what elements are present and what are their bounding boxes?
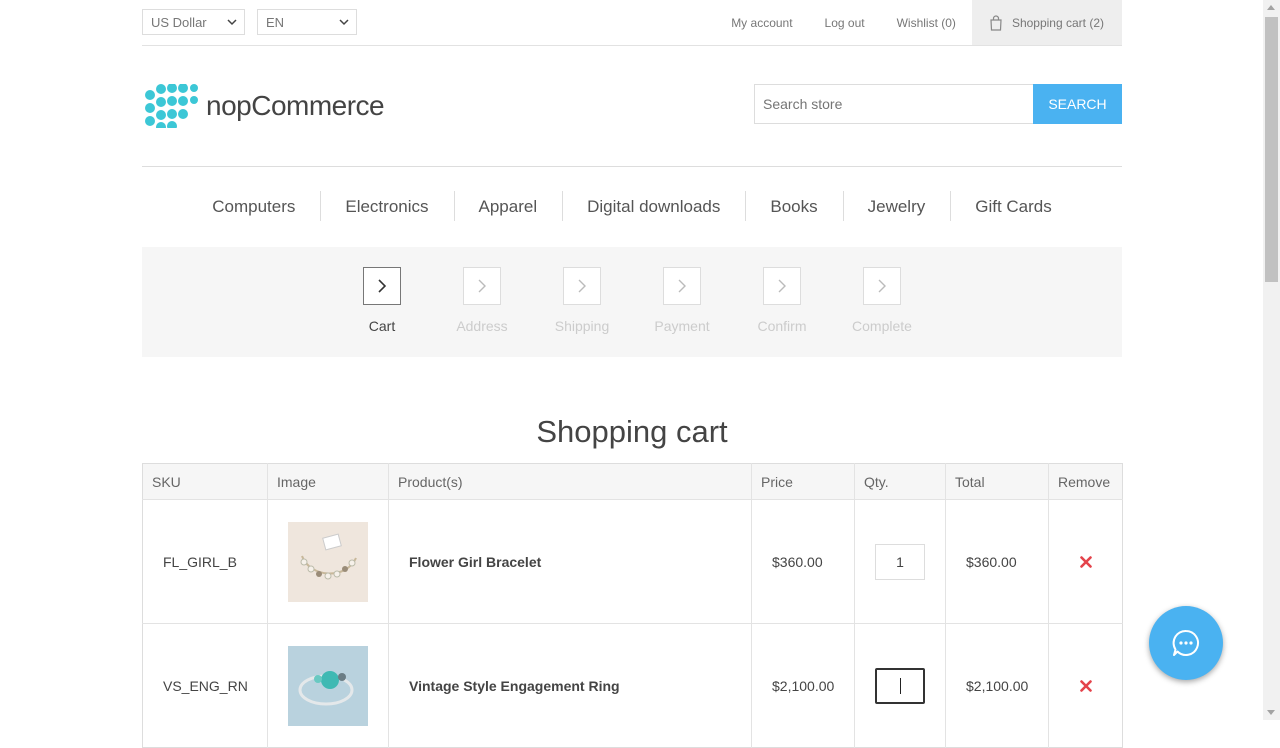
step-shipping: Shipping — [532, 267, 632, 334]
step-label: Confirm — [757, 318, 807, 334]
logo[interactable]: nopCommerce — [144, 84, 385, 128]
shopping-bag-icon — [990, 14, 1002, 31]
chevron-down-icon — [227, 19, 237, 26]
product-name-link[interactable]: Flower Girl Bracelet — [388, 499, 752, 624]
qty-cell: 1 — [854, 499, 946, 624]
top-menu: Computers Electronics Apparel Digital do… — [142, 166, 1122, 247]
product-image-ring[interactable] — [288, 645, 368, 726]
chevron-right-icon — [478, 279, 486, 293]
remove-cell — [1048, 623, 1123, 748]
sku-cell: FL_GIRL_B — [142, 499, 268, 624]
menu-item-electronics[interactable]: Electronics — [320, 191, 453, 221]
menu-item-books[interactable]: Books — [745, 191, 842, 221]
price-cell: $360.00 — [751, 499, 855, 624]
image-cell — [267, 499, 389, 624]
chat-bubble-icon — [1172, 629, 1199, 656]
qty-cell — [854, 623, 946, 748]
sku-cell: VS_ENG_RN — [142, 623, 268, 748]
chevron-down-icon — [339, 19, 349, 26]
step-address: Address — [432, 267, 532, 334]
search-input[interactable] — [754, 84, 1034, 124]
currency-select[interactable]: US Dollar — [142, 9, 245, 35]
currency-value: US Dollar — [151, 15, 207, 30]
step-label: Address — [456, 318, 508, 334]
col-header-remove: Remove — [1048, 463, 1123, 500]
col-header-product: Product(s) — [388, 463, 752, 500]
chevron-right-icon — [878, 279, 886, 293]
logo-dots-icon — [145, 84, 198, 128]
header-links: My account Log out Wishlist (0) Shopping… — [699, 0, 1122, 45]
page-title: Shopping cart — [536, 414, 728, 449]
remove-icon[interactable] — [1079, 679, 1092, 692]
product-name-link[interactable]: Vintage Style Engagement Ring — [388, 623, 752, 748]
menu-item-apparel[interactable]: Apparel — [453, 191, 563, 221]
logo-text: nopCommerce — [206, 90, 385, 121]
total-cell: $360.00 — [945, 499, 1049, 624]
step-payment: Payment — [632, 267, 732, 334]
my-account-link[interactable]: My account — [731, 16, 792, 30]
table-header-row: SKU Image Product(s) Price Qty. Total Re… — [142, 463, 1123, 500]
chevron-right-icon — [578, 279, 586, 293]
menu-item-computers[interactable]: Computers — [187, 197, 320, 217]
language-select[interactable]: EN — [257, 9, 357, 35]
table-row: VS_ENG_RN Vintage Style Engagement Ring … — [142, 623, 1123, 748]
shopping-cart-link[interactable]: Shopping cart (2) — [971, 0, 1122, 45]
step-label: Complete — [852, 318, 912, 334]
header-top: US Dollar EN My account Log out Wishlist… — [142, 0, 1122, 46]
cart-table: SKU Image Product(s) Price Qty. Total Re… — [142, 463, 1123, 748]
table-row: FL_GIRL_B Flower Girl Bracelet $360.00 1… — [142, 499, 1123, 624]
menu-item-digital-downloads[interactable]: Digital downloads — [562, 191, 745, 221]
text-cursor — [899, 677, 901, 694]
col-header-qty: Qty. — [854, 463, 946, 500]
search-button[interactable]: SEARCH — [1033, 84, 1122, 124]
scrollbar-thumb[interactable] — [1265, 17, 1278, 282]
col-header-total: Total — [945, 463, 1049, 500]
wishlist-link[interactable]: Wishlist (0) — [897, 16, 956, 30]
col-header-sku: SKU — [142, 463, 268, 500]
step-confirm: Confirm — [732, 267, 832, 334]
shopping-cart-label: Shopping cart (2) — [1011, 15, 1104, 30]
step-label: Shipping — [554, 318, 610, 334]
menu-item-jewelry[interactable]: Jewelry — [842, 191, 951, 221]
menu-item-gift-cards[interactable]: Gift Cards — [950, 191, 1077, 221]
chevron-right-icon — [778, 279, 786, 293]
remove-icon[interactable] — [1079, 555, 1092, 568]
col-header-image: Image — [267, 463, 389, 500]
price-cell: $2,100.00 — [751, 623, 855, 748]
order-progress: Cart Address Shipping Payment Confirm Co… — [142, 247, 1122, 357]
qty-input[interactable]: 1 — [875, 543, 925, 580]
chevron-right-icon — [378, 279, 387, 293]
product-image-bracelet[interactable] — [288, 521, 368, 602]
total-cell: $2,100.00 — [945, 623, 1049, 748]
step-label: Cart — [368, 318, 396, 334]
chevron-right-icon — [678, 279, 686, 293]
qty-input[interactable] — [875, 667, 925, 704]
step-cart[interactable]: Cart — [332, 267, 432, 334]
log-out-link[interactable]: Log out — [825, 16, 865, 30]
image-cell — [267, 623, 389, 748]
chat-button[interactable] — [1149, 606, 1223, 680]
col-header-price: Price — [751, 463, 855, 500]
step-complete: Complete — [832, 267, 932, 334]
scroll-down-arrow[interactable] — [1267, 710, 1275, 715]
vertical-scrollbar[interactable] — [1263, 0, 1280, 720]
scroll-up-arrow[interactable] — [1267, 5, 1275, 10]
language-value: EN — [266, 15, 285, 30]
remove-cell — [1048, 499, 1123, 624]
step-label: Payment — [654, 318, 710, 334]
